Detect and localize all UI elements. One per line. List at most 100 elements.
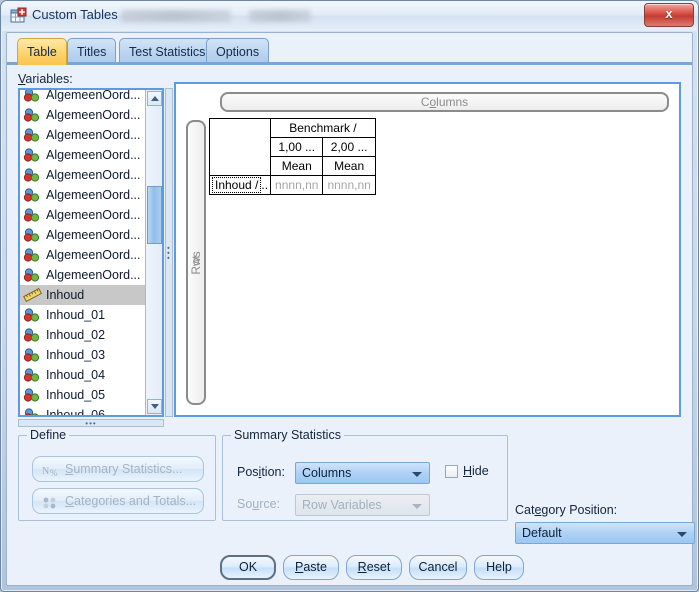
- preview-statistic-header-1[interactable]: Mean: [270, 156, 324, 176]
- nominal-icon: [23, 368, 42, 382]
- variable-list-item[interactable]: Inhoud_04: [20, 365, 145, 385]
- summary-statistics-button[interactable]: N % Summary Statistics...: [32, 456, 204, 482]
- variable-name: AlgemeenOord...: [46, 108, 141, 122]
- tab-strip: Table Titles Test Statistics Options: [7, 33, 692, 65]
- define-group-title: Define: [27, 428, 70, 442]
- variable-name: AlgemeenOord...: [46, 148, 141, 162]
- variable-list-item[interactable]: AlgemeenOord...: [20, 145, 145, 165]
- preview-column-header-2[interactable]: 2,00 ...: [322, 137, 376, 157]
- nominal-icon: [23, 308, 42, 322]
- rows-drop-bar[interactable]: Ro ws: [186, 120, 206, 405]
- nominal-icon: [23, 248, 42, 262]
- svg-text:%: %: [50, 468, 58, 478]
- variable-list-item[interactable]: AlgemeenOord...: [20, 245, 145, 265]
- preview-statistic-header-2[interactable]: Mean: [322, 156, 376, 176]
- variable-list-item[interactable]: AlgemeenOord...: [20, 125, 145, 145]
- horizontal-splitter[interactable]: •••: [18, 419, 164, 428]
- paste-button[interactable]: Paste: [283, 555, 339, 580]
- vertical-splitter[interactable]: • • •: [165, 88, 173, 417]
- splitter-grip-icon: •••: [85, 419, 97, 428]
- custom-tables-dialog: Custom Tables x Table Titles Test Statis…: [0, 0, 699, 592]
- preview-row-label-cell[interactable]: Inhoud /..: [208, 175, 272, 195]
- table-builder-canvas[interactable]: Columns Ro ws Benchmark / 1,00 ... 2,00 .…: [174, 82, 681, 417]
- nominal-icon: [23, 328, 42, 342]
- hide-checkbox[interactable]: Hide: [445, 464, 489, 478]
- tab-test-statistics[interactable]: Test Statistics: [119, 38, 216, 65]
- triangle-down-icon: [151, 404, 159, 409]
- triangle-up-icon: [151, 96, 159, 101]
- tab-options[interactable]: Options: [206, 38, 270, 65]
- hide-checkbox-label: Hide: [463, 464, 489, 478]
- source-label: Source:: [237, 497, 281, 511]
- checkbox-box-icon: [445, 464, 458, 478]
- preview-column-header-1[interactable]: 1,00 ...: [270, 137, 324, 157]
- title-redacted-text-2: [249, 10, 311, 22]
- nominal-icon: [23, 148, 42, 162]
- variable-name: AlgemeenOord...: [46, 208, 141, 222]
- nominal-icon: [23, 90, 42, 102]
- chevron-down-icon: [412, 504, 422, 509]
- source-dropdown[interactable]: Row Variables: [295, 494, 430, 516]
- variable-list-item[interactable]: AlgemeenOord...: [20, 90, 145, 105]
- variable-name: AlgemeenOord...: [46, 168, 141, 182]
- variable-list-item[interactable]: Inhoud_06: [20, 405, 145, 415]
- variable-list-item[interactable]: AlgemeenOord...: [20, 205, 145, 225]
- variable-list-item[interactable]: AlgemeenOord...: [20, 185, 145, 205]
- nominal-icon: [23, 188, 42, 202]
- reset-button[interactable]: Reset: [346, 555, 402, 580]
- preview-row-label: Inhoud /: [212, 177, 262, 193]
- n-percent-icon: N %: [42, 462, 59, 478]
- scroll-up-button[interactable]: [147, 91, 162, 106]
- variable-name: Inhoud_05: [46, 388, 106, 402]
- variable-name: Inhoud_02: [46, 328, 106, 342]
- variable-list-item[interactable]: AlgemeenOord...: [20, 105, 145, 125]
- variable-name: Inhoud: [46, 288, 85, 302]
- summary-statistics-group: Summary Statistics Position: Columns Sou…: [222, 428, 508, 521]
- categories-and-totals-button-label: Categories and Totals...: [65, 494, 197, 508]
- category-position-dropdown[interactable]: Default: [515, 522, 695, 544]
- category-position-value: Default: [522, 526, 562, 540]
- variable-list-item[interactable]: AlgemeenOord...: [20, 165, 145, 185]
- preview-header-row-group: Benchmark /: [208, 118, 376, 176]
- variable-name: AlgemeenOord...: [46, 228, 141, 242]
- variable-list-item[interactable]: Inhoud_03: [20, 345, 145, 365]
- rows-drop-bar-label: Ro ws: [189, 250, 203, 275]
- variable-name: AlgemeenOord...: [46, 90, 141, 102]
- variable-list-item[interactable]: AlgemeenOord...: [20, 225, 145, 245]
- nominal-icon: [23, 408, 42, 415]
- source-dropdown-value: Row Variables: [302, 498, 382, 512]
- tab-titles[interactable]: Titles: [67, 38, 117, 65]
- ok-button[interactable]: OK: [220, 555, 276, 580]
- variable-name: Inhoud_01: [46, 308, 106, 322]
- scrollbar-thumb[interactable]: [147, 186, 162, 244]
- variables-list[interactable]: AlgemeenOord... AlgemeenOord... AlgemeenOo…: [20, 90, 145, 415]
- variable-name: Inhoud_03: [46, 348, 106, 362]
- scroll-down-button[interactable]: [147, 399, 162, 414]
- nominal-icon: [23, 228, 42, 242]
- splitter-grip-vertical-icon: • • •: [167, 243, 170, 262]
- position-dropdown[interactable]: Columns: [295, 462, 430, 484]
- title-bar: Custom Tables x: [1, 1, 698, 31]
- variable-list-item[interactable]: Inhoud_01: [20, 305, 145, 325]
- variables-list-panel: AlgemeenOord... AlgemeenOord... AlgemeenOo…: [18, 88, 164, 417]
- variable-name: AlgemeenOord...: [46, 188, 141, 202]
- position-dropdown-value: Columns: [302, 466, 352, 480]
- close-button[interactable]: x: [644, 3, 694, 27]
- columns-drop-bar-label: Columns: [420, 95, 469, 109]
- table-preview[interactable]: Benchmark / 1,00 ... 2,00 ... Mean Mean …: [208, 118, 376, 195]
- help-button[interactable]: Help: [474, 555, 524, 580]
- variable-list-item[interactable]: AlgemeenOord...: [20, 265, 145, 285]
- nominal-icon: [23, 388, 42, 402]
- variable-list-item[interactable]: Inhoud_02: [20, 325, 145, 345]
- tab-table[interactable]: Table: [17, 38, 67, 65]
- define-group: Define N % Summary Statistics... Categor…: [18, 428, 216, 521]
- columns-drop-bar[interactable]: Columns: [220, 92, 669, 112]
- nominal-icon: [23, 348, 42, 362]
- variables-scrollbar[interactable]: [145, 90, 162, 415]
- nominal-icon: [23, 108, 42, 122]
- variable-list-item[interactable]: Inhoud_05: [20, 385, 145, 405]
- preview-column-group-header[interactable]: Benchmark /: [270, 118, 376, 138]
- cancel-button[interactable]: Cancel: [409, 555, 467, 580]
- categories-and-totals-button[interactable]: Categories and Totals...: [32, 488, 204, 514]
- variable-list-item[interactable]: Inhoud: [20, 285, 145, 305]
